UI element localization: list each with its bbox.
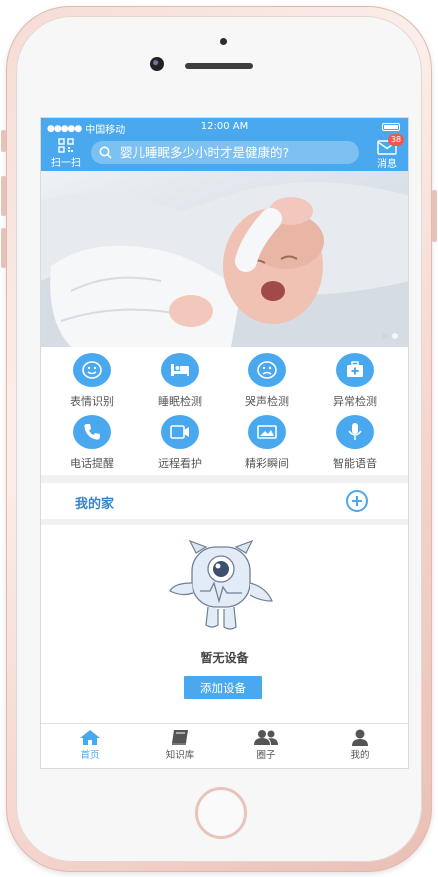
- feature-grid: 表情识别 睡眠检测 哭声检测 异常检测 电话提醒 远程看护 精彩瞬间 智能语音: [41, 347, 408, 475]
- my-home-section: 我的家: [41, 483, 408, 519]
- add-device-button[interactable]: 添加设备: [184, 676, 262, 699]
- tab-label: 首页: [80, 750, 100, 761]
- video-camera-icon: [161, 415, 199, 449]
- qr-code-icon: [58, 138, 74, 153]
- feature-label: 表情识别: [70, 395, 114, 408]
- pager-dot: [382, 333, 388, 339]
- pager-dot: [392, 333, 398, 339]
- volume-up-button: [1, 176, 6, 216]
- power-button: [432, 190, 437, 242]
- tab-home[interactable]: 首页: [60, 729, 120, 761]
- tab-community[interactable]: 圈子: [236, 729, 296, 761]
- device-empty-state: 暂无设备 添加设备: [41, 525, 408, 725]
- search-icon: [99, 146, 112, 159]
- tab-knowledge-base[interactable]: 知识库: [150, 729, 210, 761]
- search-bar[interactable]: [91, 141, 359, 164]
- feature-label: 哭声检测: [245, 395, 289, 408]
- proximity-sensor: [220, 38, 227, 45]
- sad-face-icon: [248, 353, 286, 387]
- battery-icon: [382, 123, 400, 131]
- scan-button[interactable]: 扫一扫: [49, 138, 83, 169]
- feature-remote-care[interactable]: 远程看护: [140, 415, 220, 475]
- tab-label: 知识库: [165, 750, 195, 761]
- tab-profile[interactable]: 我的: [330, 729, 390, 761]
- no-device-message: 暂无设备: [200, 651, 249, 665]
- smiley-face-icon: [73, 353, 111, 387]
- microphone-icon: [336, 415, 374, 449]
- app-header: ●●●●● 中国移动 12:00 AM 扫一扫 婴儿睡眠多少小时才是健康的? 3…: [41, 118, 408, 171]
- feature-highlights[interactable]: 精彩瞬间: [227, 415, 307, 475]
- carousel-pager: [382, 333, 398, 339]
- banner-carousel[interactable]: [41, 171, 408, 347]
- feature-cry-detection[interactable]: 哭声检测: [227, 353, 307, 413]
- feature-smart-voice[interactable]: 智能语音: [315, 415, 395, 475]
- mute-switch: [1, 130, 6, 152]
- feature-label: 异常检测: [333, 395, 377, 408]
- feature-label: 智能语音: [333, 457, 377, 470]
- feature-sleep-detection[interactable]: 睡眠检测: [140, 353, 220, 413]
- feature-label: 精彩瞬间: [245, 457, 289, 470]
- picture-icon: [248, 415, 286, 449]
- bed-icon: [161, 353, 199, 387]
- clock: 12:00 AM: [200, 121, 249, 132]
- my-home-title: 我的家: [75, 497, 115, 512]
- status-bar: ●●●●● 中国移动 12:00 AM: [41, 118, 408, 136]
- phone-icon: [73, 415, 111, 449]
- medical-kit-icon: [336, 353, 374, 387]
- messages-button[interactable]: 38 消息: [372, 134, 404, 170]
- front-camera: [150, 57, 164, 71]
- feature-label: 远程看护: [158, 457, 202, 470]
- home-button[interactable]: [195, 787, 247, 839]
- scan-label: 扫一扫: [51, 158, 81, 169]
- messages-label: 消息: [377, 159, 397, 170]
- tab-label: 我的: [350, 750, 370, 761]
- home-icon: [80, 730, 100, 745]
- search-input[interactable]: [118, 144, 352, 161]
- person-icon: [352, 729, 368, 746]
- feature-phone-reminder[interactable]: 电话提醒: [52, 415, 132, 475]
- bottom-tab-bar: 首页 知识库 圈子 我的: [41, 723, 408, 768]
- robot-mascot-icon: [169, 539, 273, 630]
- baby-photo: [41, 182, 408, 347]
- earpiece-speaker: [185, 63, 253, 69]
- feature-expression-recognition[interactable]: 表情识别: [52, 353, 132, 413]
- book-icon: [172, 730, 188, 745]
- message-count-badge: 38: [388, 134, 404, 146]
- app-screen: ●●●●● 中国移动 12:00 AM 扫一扫 婴儿睡眠多少小时才是健康的? 3…: [40, 117, 409, 769]
- feature-label: 电话提醒: [70, 457, 114, 470]
- tab-label: 圈子: [256, 750, 276, 761]
- add-home-button[interactable]: [346, 490, 368, 512]
- feature-label: 睡眠检测: [158, 395, 202, 408]
- volume-down-button: [1, 228, 6, 268]
- feature-abnormal-detection[interactable]: 异常检测: [315, 353, 395, 413]
- people-icon: [254, 730, 278, 745]
